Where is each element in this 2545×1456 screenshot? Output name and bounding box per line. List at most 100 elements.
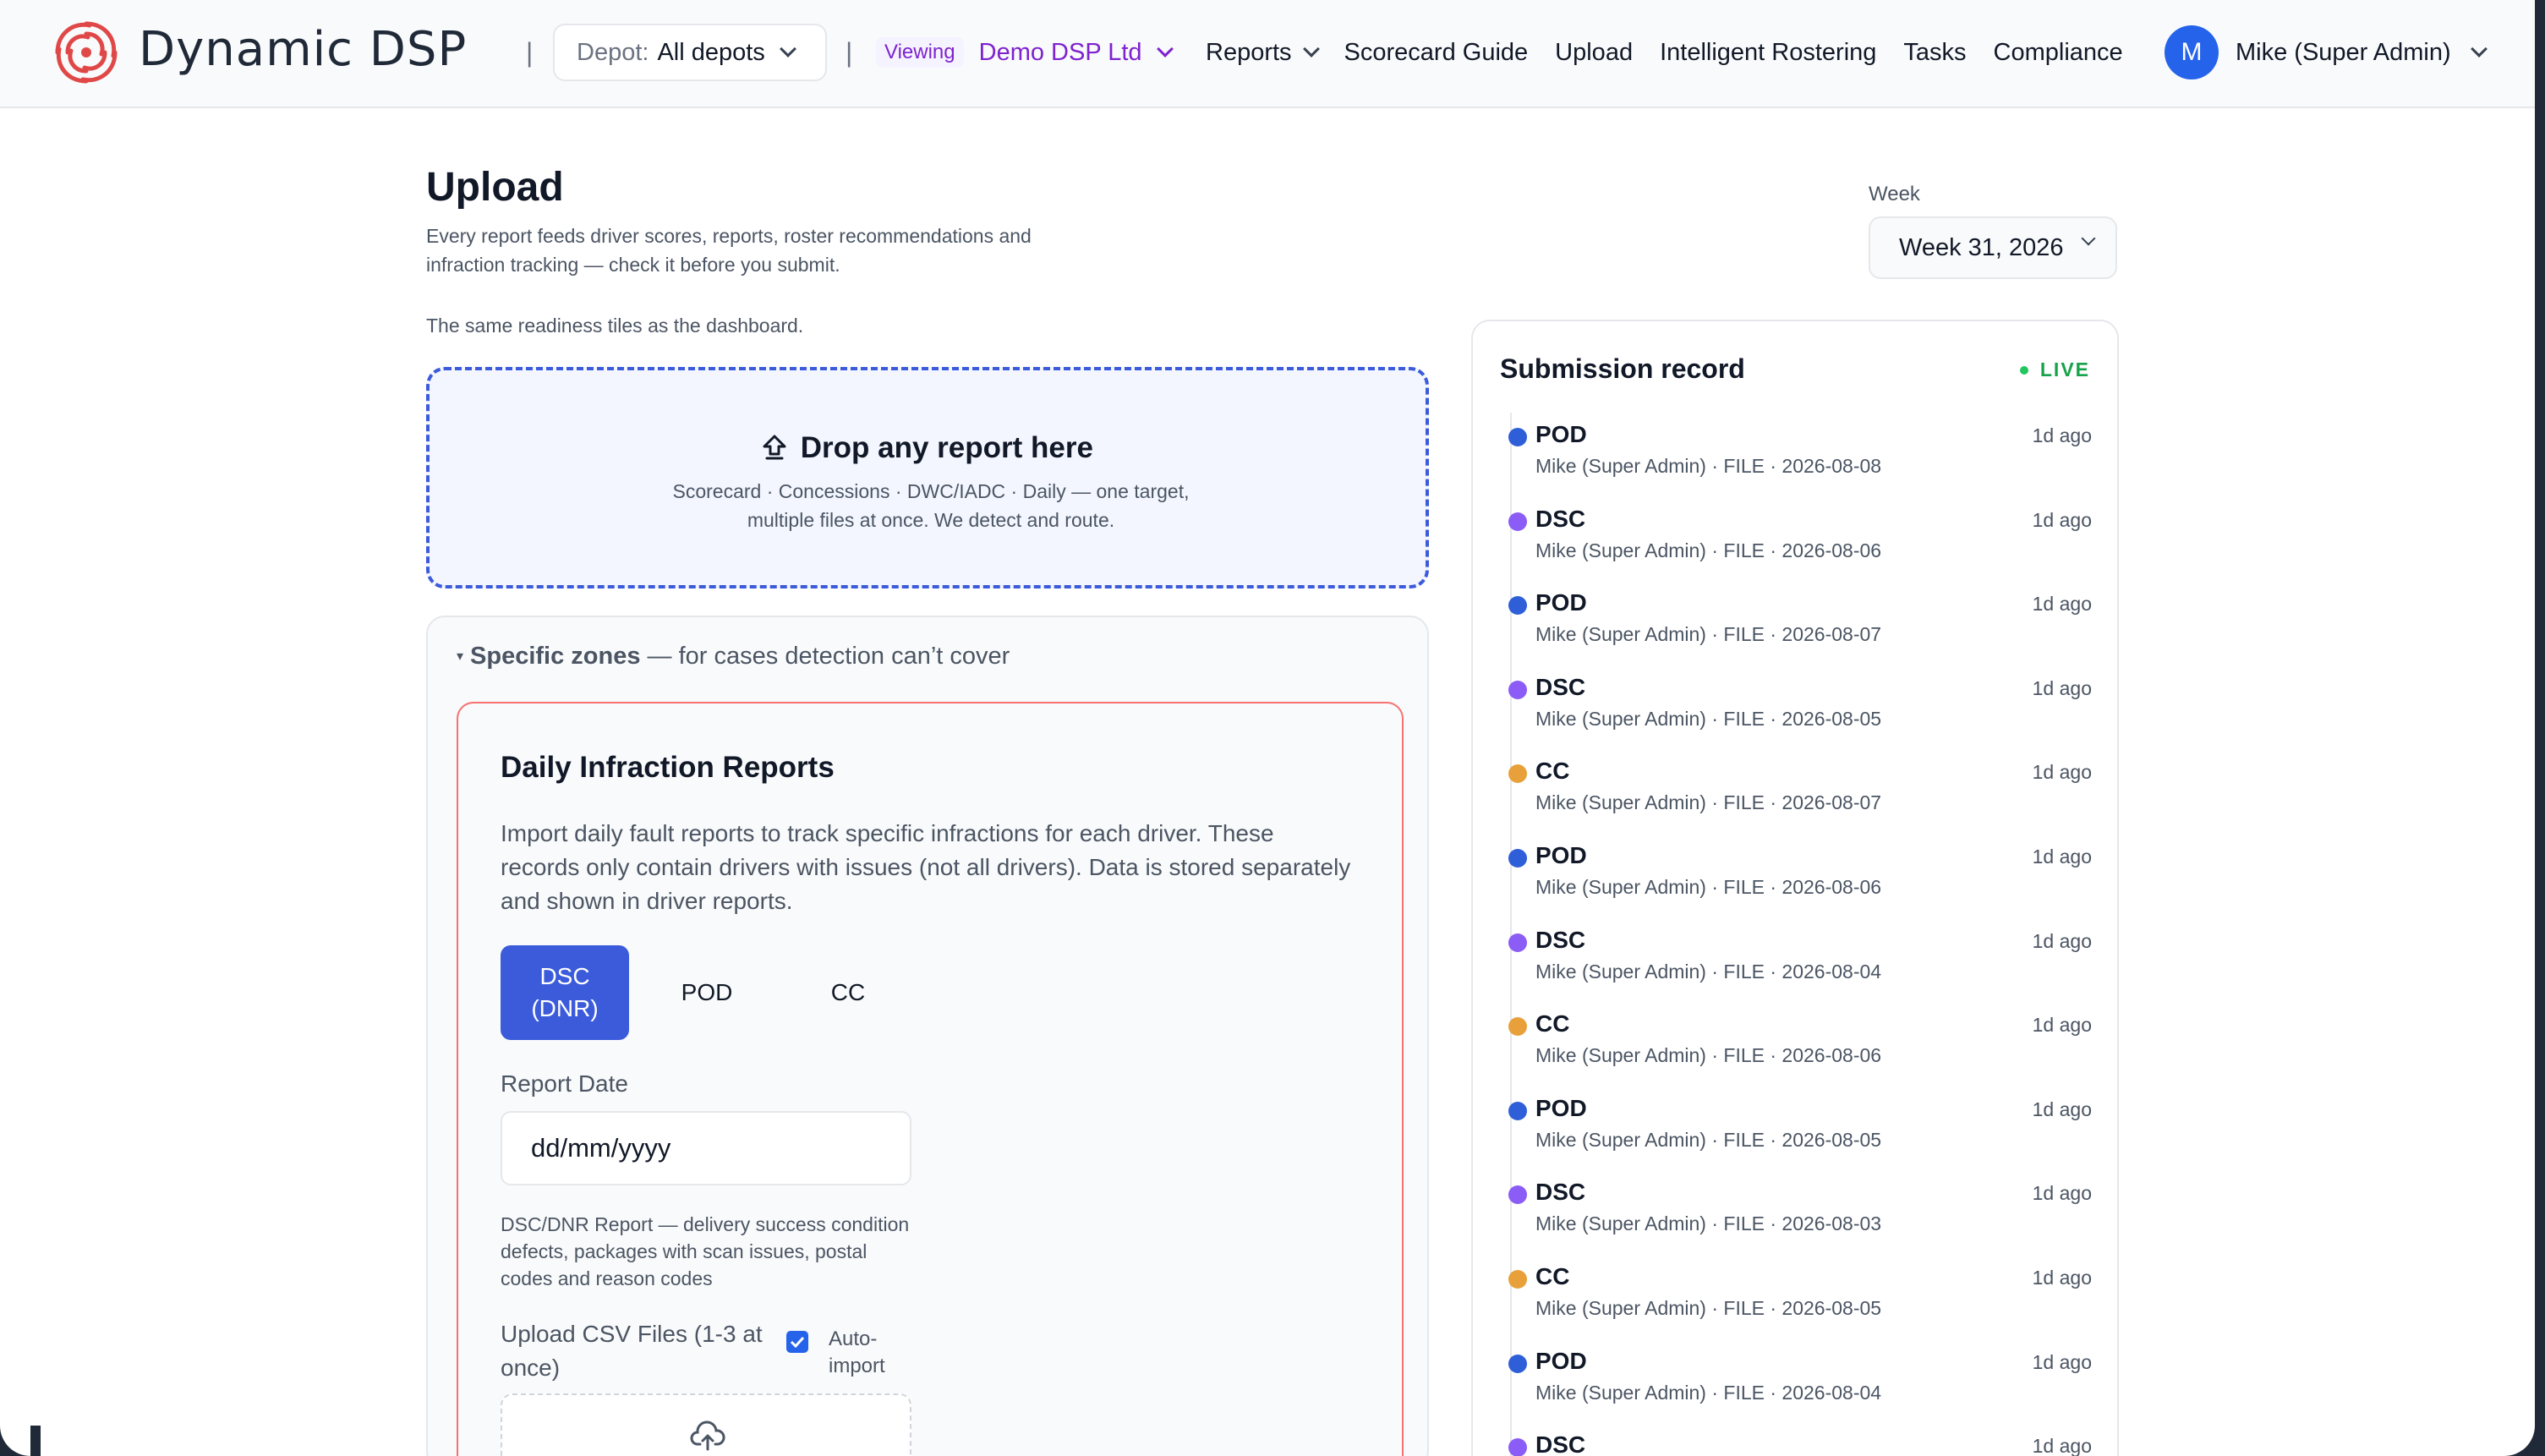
specific-zones-heading: Specific zones [470,643,641,670]
status-dot-icon [1508,680,1527,699]
submission-type: POD [1535,421,1587,447]
nav-separator: | [846,37,853,68]
submission-type: POD [1535,1347,1587,1374]
submission-meta: Mike (Super Admin) · FILE · 2026-08-08 [1535,455,1882,477]
list-item[interactable]: DSC Mike (Super Admin) · FILE · 2026-08-0… [1508,674,2092,758]
week-select[interactable]: Week 31, 2026 [1869,216,2117,279]
submission-type: DSC [1535,673,1586,700]
submission-time: 1d ago [2032,1435,2092,1456]
avatar: M [2165,25,2219,79]
submission-time: 1d ago [2032,1014,2092,1037]
submission-type: DSC [1535,926,1586,953]
status-dot-icon [1508,1185,1527,1205]
auto-import-label: Auto-import [829,1327,885,1377]
submission-time: 1d ago [2032,761,2092,784]
submission-time: 1d ago [2032,593,2092,616]
status-dot-icon [1508,1017,1527,1037]
status-dot-icon [1508,596,1527,616]
submission-time: 1d ago [2032,424,2092,446]
status-dot-icon [1508,1269,1527,1289]
page-title: Upload [426,165,564,210]
list-item[interactable]: DSC Mike (Super Admin) · FILE · 2026-08-0… [1508,506,2092,590]
submission-list: POD Mike (Super Admin) · FILE · 2026-08-0… [1508,421,2092,1456]
list-item[interactable]: POD Mike (Super Admin) · FILE · 2026-08-0… [1508,421,2092,506]
user-name: Mike (Super Admin) [2236,38,2451,66]
submission-meta: Mike (Super Admin) · FILE · 2026-08-04 [1535,1381,1882,1404]
csv-upload-label: Upload CSV Files (1-3 at once) [501,1321,763,1381]
viewing-org-selector[interactable]: Viewing Demo DSP Ltd [876,25,1174,79]
user-menu[interactable]: M Mike (Super Admin) [2165,24,2488,81]
submission-record-panel: Submission record LIVE POD Mike (Super Ad… [1471,320,2119,1456]
list-item[interactable]: CC Mike (Super Admin) · FILE · 2026-08-06… [1508,1010,2092,1095]
week-value: Week 31, 2026 [1899,233,2064,261]
tab-cc[interactable]: CC [785,945,911,1040]
report-drop-zone[interactable]: Drop any report here Scorecard · Concess… [426,367,1429,588]
status-dot-icon [1508,848,1527,868]
brand-name[interactable]: Dynamic DSP [139,22,467,77]
submission-type: CC [1535,758,1570,785]
submission-time: 1d ago [2032,676,2092,699]
specific-zones-toggle[interactable]: ▾ Specific zones — for cases detection ca… [457,643,1010,671]
depot-value: All depots [657,38,765,66]
brand-logo-icon[interactable] [51,17,122,88]
nav-reports[interactable]: Reports [1206,38,1320,67]
submission-type: CC [1535,1262,1570,1289]
submission-type: DSC [1535,505,1586,532]
list-item[interactable]: POD Mike (Super Admin) · FILE · 2026-08-0… [1508,589,2092,674]
list-item[interactable]: POD Mike (Super Admin) · FILE · 2026-08-0… [1508,1095,2092,1180]
window-frame [2535,0,2545,1456]
depot-selector[interactable]: Depot: All depots [553,24,827,81]
list-item[interactable]: DSC 1d ago [1508,1431,2092,1456]
submission-time: 1d ago [2032,1266,2092,1289]
tab-pod[interactable]: POD [629,945,785,1040]
status-dot-icon [1508,1354,1527,1373]
report-date-input[interactable] [501,1111,911,1185]
list-item[interactable]: CC Mike (Super Admin) · FILE · 2026-08-05… [1508,1263,2092,1348]
submission-record-title: Submission record [1500,353,1745,384]
viewing-org-name: Demo DSP Ltd [978,38,1142,66]
submission-meta: Mike (Super Admin) · FILE · 2026-08-05 [1535,1296,1882,1319]
caret-down-icon: ▾ [457,649,464,664]
report-help-text: DSC/DNR Report — delivery success condit… [501,1213,910,1289]
csv-file-drop-area[interactable] [501,1393,911,1456]
live-indicator: LIVE [2019,359,2090,381]
nav-upload[interactable]: Upload [1555,39,1633,67]
list-item[interactable]: POD Mike (Super Admin) · FILE · 2026-08-0… [1508,1348,2092,1432]
week-label: Week [1869,183,1920,205]
submission-meta: Mike (Super Admin) · FILE · 2026-08-03 [1535,1212,1882,1235]
submission-time: 1d ago [2032,1182,2092,1205]
readiness-note: The same readiness tiles as the dashboar… [426,315,804,337]
report-date-label: Report Date [501,1070,628,1097]
drop-zone-title-text: Drop any report here [800,431,1093,464]
depot-label: Depot: [577,38,649,66]
nav-tasks[interactable]: Tasks [1903,39,1966,67]
list-item[interactable]: CC Mike (Super Admin) · FILE · 2026-08-07… [1508,758,2092,842]
submission-meta: Mike (Super Admin) · FILE · 2026-08-05 [1535,707,1882,730]
nav-intelligent-rostering[interactable]: Intelligent Rostering [1660,39,1876,67]
main-nav: Reports Scorecard Guide Upload Intellige… [1206,25,2150,79]
submission-meta: Mike (Super Admin) · FILE · 2026-08-05 [1535,1128,1882,1151]
live-dot-icon [2019,365,2028,375]
daily-infraction-card: Daily Infraction Reports Import daily fa… [457,702,1404,1456]
tab-dsc-dnr[interactable]: DSC (DNR) [501,945,629,1040]
drop-zone-subtitle: Scorecard · Concessions · DWC/IADC · Dai… [672,480,1190,531]
list-item[interactable]: DSC Mike (Super Admin) · FILE · 2026-08-0… [1508,927,2092,1011]
submission-type: DSC [1535,1179,1586,1206]
list-item[interactable]: POD Mike (Super Admin) · FILE · 2026-08-0… [1508,842,2092,927]
status-dot-icon [1508,1438,1527,1456]
nav-reports-label: Reports [1206,38,1292,66]
nav-compliance[interactable]: Compliance [1994,39,2123,67]
cloud-upload-icon [690,1420,725,1451]
list-item[interactable]: DSC Mike (Super Admin) · FILE · 2026-08-0… [1508,1179,2092,1263]
viewing-tag: Viewing [876,37,964,68]
status-dot-icon [1508,512,1527,531]
specific-zones-panel: ▾ Specific zones — for cases detection ca… [426,616,1429,1456]
status-dot-icon [1508,764,1527,784]
nav-scorecard-guide[interactable]: Scorecard Guide [1344,39,1529,67]
submission-time: 1d ago [2032,1350,2092,1373]
auto-import-toggle[interactable]: Auto-import [786,1326,905,1380]
submission-type: POD [1535,589,1587,616]
live-label: LIVE [2039,359,2090,380]
chevron-down-icon [1302,41,1320,57]
auto-import-checkbox[interactable] [786,1331,808,1353]
